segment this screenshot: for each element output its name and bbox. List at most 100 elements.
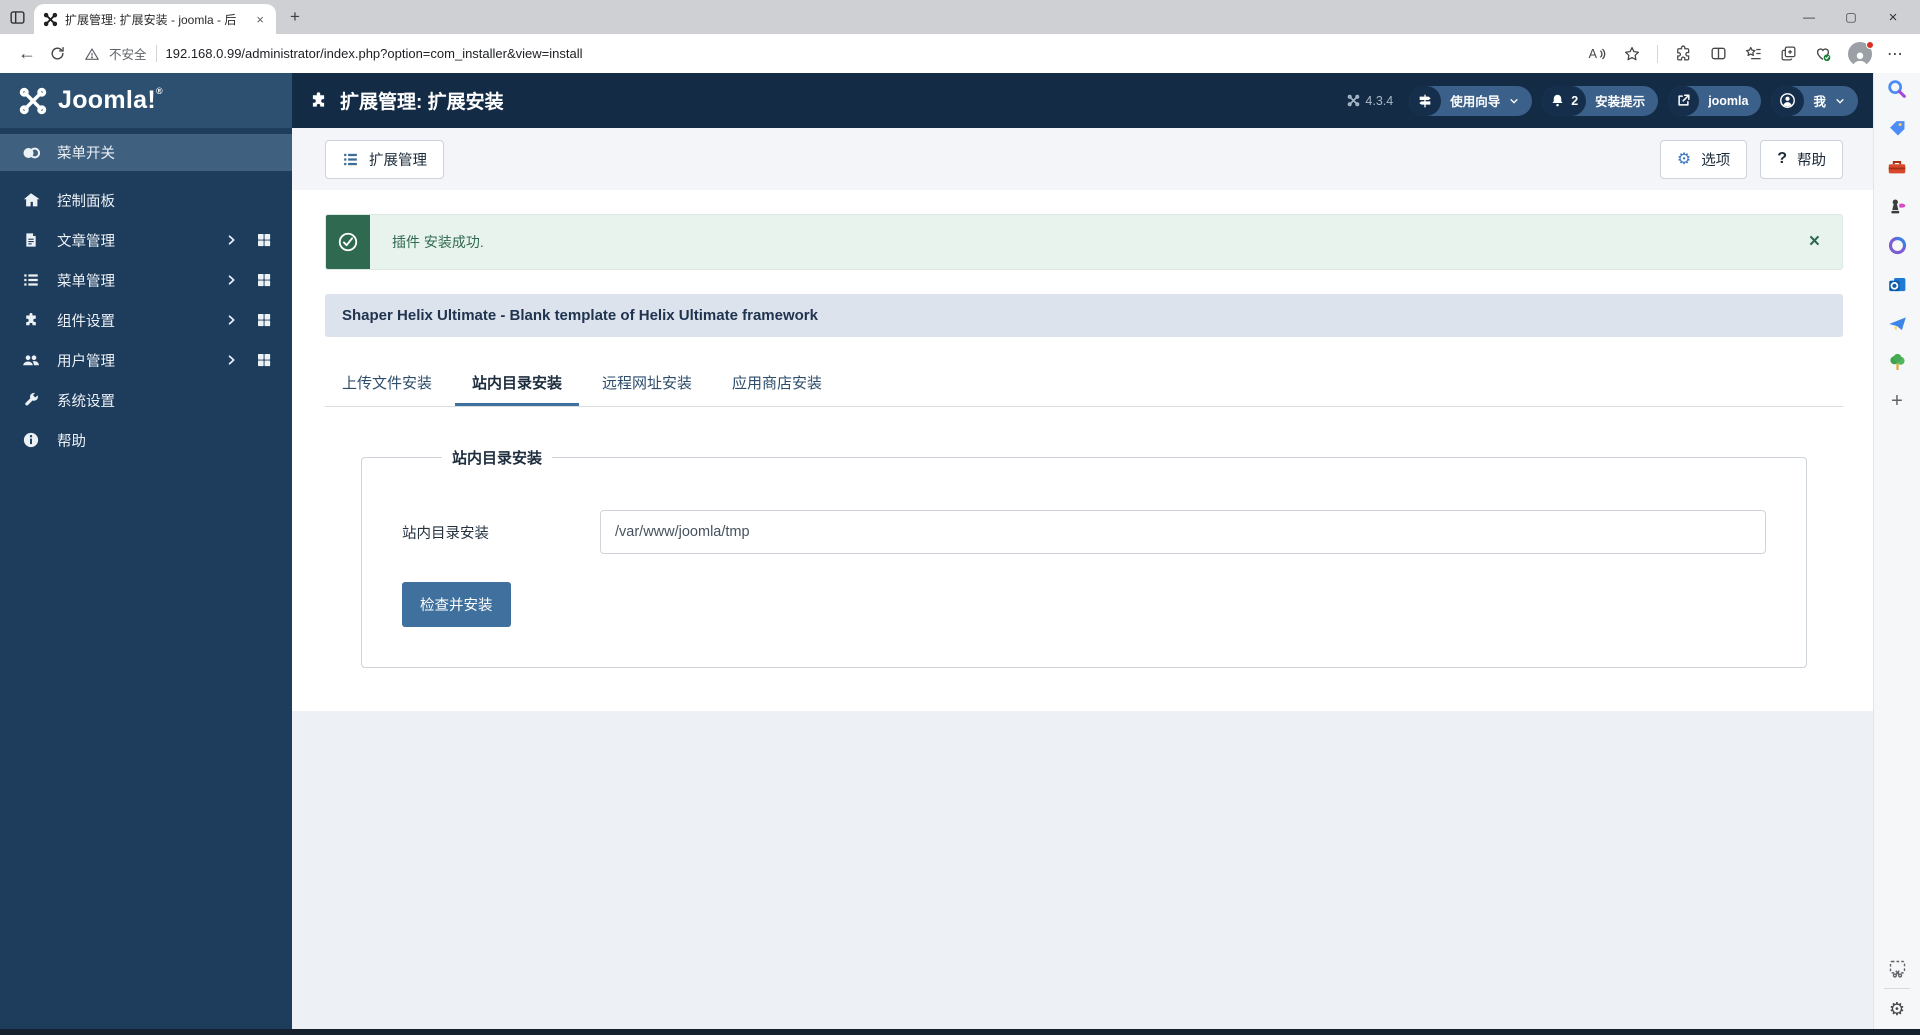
back-icon[interactable]: ← <box>12 43 42 64</box>
window-controls: — ▢ × <box>1788 9 1914 26</box>
sidebar-item-content[interactable]: 文章管理 <box>0 220 292 260</box>
check-and-install-button[interactable]: 检查并安装 <box>402 582 511 627</box>
tab-install-from-folder[interactable]: 站内目录安装 <box>455 361 580 406</box>
browser-tab[interactable]: 扩展管理: 扩展安装 - joomla - 后 × <box>34 4 276 34</box>
folder-field-row: 站内目录安装 <box>402 510 1766 554</box>
alert-close-icon[interactable]: × <box>1787 215 1842 269</box>
template-title-bar: Shaper Helix Ultimate - Blank template o… <box>325 294 1843 337</box>
post-installation-messages-button[interactable]: 2 安装提示 <box>1542 85 1659 116</box>
security-label[interactable]: 不安全 <box>109 44 147 63</box>
chevron-right-icon[interactable] <box>225 274 237 286</box>
home-icon <box>20 191 42 209</box>
svg-text:A: A <box>1589 47 1598 61</box>
info-icon <box>20 431 42 449</box>
outlook-icon[interactable] <box>1885 272 1909 296</box>
options-button[interactable]: ⚙ 选项 <box>1659 139 1748 179</box>
address-bar[interactable]: 不安全 192.168.0.99/administrator/index.php… <box>84 44 1575 63</box>
tree-icon[interactable] <box>1885 350 1909 374</box>
new-tab-button[interactable]: + <box>290 7 300 27</box>
sidebar-item-label: 帮助 <box>57 433 86 450</box>
sidebar-item-help[interactable]: 帮助 <box>0 420 292 460</box>
logo-registered-mark: ® <box>155 86 163 96</box>
help-label: 帮助 <box>1797 152 1826 169</box>
wrench-icon <box>20 391 42 409</box>
install-tabs: 上传文件安装 站内目录安装 远程网址安装 应用商店安装 <box>325 361 1843 407</box>
external-link-icon <box>1668 85 1700 116</box>
tab-close-icon[interactable]: × <box>253 12 267 27</box>
sidebar-item-dashboard[interactable]: 控制面板 <box>0 180 292 220</box>
chevron-right-icon[interactable] <box>225 234 237 246</box>
chevron-right-icon[interactable] <box>225 314 237 326</box>
chevron-down-icon <box>1510 98 1518 104</box>
fieldset-legend: 站内目录安装 <box>452 450 543 467</box>
sidebar-item-system[interactable]: 系统设置 <box>0 380 292 420</box>
maximize-icon[interactable]: ▢ <box>1830 10 1872 24</box>
tab-install-from-url[interactable]: 远程网址安装 <box>585 361 709 406</box>
manage-extensions-button[interactable]: 扩展管理 <box>325 139 444 179</box>
toolbar-divider <box>1657 44 1658 63</box>
chevron-down-icon <box>1836 98 1844 104</box>
dashboard-grid-icon[interactable] <box>256 232 272 248</box>
help-button[interactable]: ? 帮助 <box>1760 139 1843 179</box>
screenshot-icon[interactable] <box>1885 956 1909 980</box>
sidebar-item-menus[interactable]: 菜单管理 <box>0 260 292 300</box>
tab-actions-icon[interactable] <box>0 4 34 30</box>
toolbox-icon[interactable] <box>1885 155 1909 179</box>
search-icon[interactable] <box>1885 77 1909 101</box>
sidebar-item-label: 用户管理 <box>57 353 115 370</box>
install-from-folder-fieldset: 站内目录安装 站内目录安装 检查并安装 <box>361 447 1807 668</box>
alert-message: 插件 安装成功. <box>392 234 484 250</box>
extensions-icon[interactable] <box>1673 44 1693 64</box>
options-label: 选项 <box>1701 152 1731 169</box>
installer-panel: 插件 安装成功. × Shaper Helix Ultimate - Blank… <box>292 190 1873 711</box>
admin-header: Joomla!® 扩展管理: 扩展安装 4.3.4 使用向导 2 安装提示 jo… <box>0 73 1873 128</box>
toolbar-right-buttons: ⚙ 选项 ? 帮助 <box>1659 139 1843 179</box>
refresh-icon[interactable] <box>42 45 72 62</box>
split-screen-icon[interactable] <box>1708 44 1728 64</box>
admin-toolbar: 扩展管理 ⚙ 选项 ? 帮助 <box>292 128 1873 190</box>
games-icon[interactable] <box>1885 194 1909 218</box>
sidebar-item-label: 控制面板 <box>57 193 115 210</box>
settings-gear-icon[interactable]: ⚙ <box>1885 997 1909 1021</box>
admin-body: 菜单开关 控制面板 文章管理 菜单管理 组件设置 用户管理 系统设置 帮助 扩展… <box>0 128 1873 1035</box>
dashboard-grid-icon[interactable] <box>256 312 272 328</box>
add-icon[interactable]: + <box>1885 389 1909 413</box>
collections-icon[interactable] <box>1778 44 1798 64</box>
joomla-admin-page: Joomla!® 扩展管理: 扩展安装 4.3.4 使用向导 2 安装提示 jo… <box>0 73 1873 1035</box>
list-icon <box>20 271 42 289</box>
drop-icon[interactable] <box>1885 311 1909 335</box>
install-folder-input[interactable] <box>600 510 1766 554</box>
dashboard-grid-icon[interactable] <box>256 352 272 368</box>
logo-text: Joomla!® <box>58 86 163 114</box>
more-menu-icon[interactable]: ⋯ <box>1887 44 1904 64</box>
joomla-logo[interactable]: Joomla!® <box>0 73 292 128</box>
sidebar-item-users[interactable]: 用户管理 <box>0 340 292 380</box>
sidebar-item-components[interactable]: 组件设置 <box>0 300 292 340</box>
favorite-star-icon[interactable] <box>1622 44 1642 64</box>
guided-tour-button[interactable]: 使用向导 <box>1409 85 1533 116</box>
minimize-icon[interactable]: — <box>1788 10 1830 24</box>
shopping-icon[interactable] <box>1885 116 1909 140</box>
user-menu-button[interactable]: 我 <box>1771 85 1858 116</box>
folder-field-label: 站内目录安装 <box>402 525 489 542</box>
browser-essentials-icon[interactable] <box>1813 44 1833 64</box>
close-window-icon[interactable]: × <box>1872 9 1914 26</box>
read-aloud-icon[interactable]: A <box>1587 44 1607 64</box>
dashboard-grid-icon[interactable] <box>256 272 272 288</box>
main-content: 扩展管理 ⚙ 选项 ? 帮助 插件 安装成功. × Shaper Helix U… <box>292 128 1873 1035</box>
bell-badge: 2 <box>1542 85 1587 116</box>
m365-icon[interactable] <box>1885 233 1909 257</box>
sidebar-item-label: 菜单开关 <box>57 146 115 162</box>
url-text[interactable]: 192.168.0.99/administrator/index.php?opt… <box>166 46 583 61</box>
profile-avatar[interactable] <box>1848 40 1874 66</box>
preview-site-button[interactable]: joomla <box>1668 85 1762 116</box>
favorites-bar-icon[interactable] <box>1743 44 1763 64</box>
chevron-right-icon[interactable] <box>225 354 237 366</box>
list-icon <box>344 153 357 165</box>
version-text: 4.3.4 <box>1365 93 1394 108</box>
sidebar-item-menu-toggle[interactable]: 菜单开关 <box>0 134 292 171</box>
edge-sidebar: + ⚙ <box>1873 73 1920 1035</box>
tab-install-from-web[interactable]: 应用商店安装 <box>715 361 839 406</box>
article-icon <box>20 231 42 249</box>
tab-upload-package[interactable]: 上传文件安装 <box>325 361 449 406</box>
